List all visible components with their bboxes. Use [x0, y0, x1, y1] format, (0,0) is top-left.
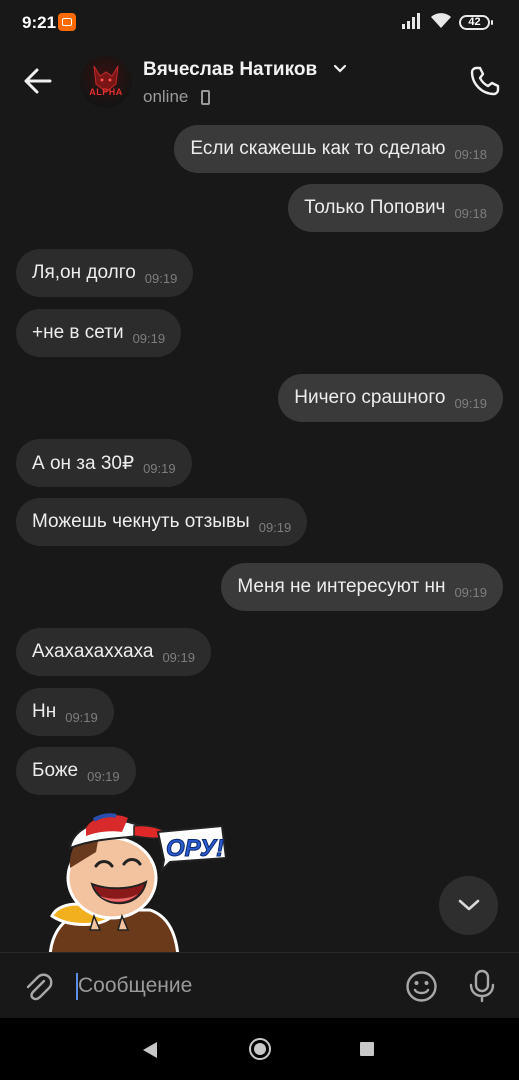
message-text: Ничего срашного	[294, 387, 446, 408]
message-outgoing[interactable]: Только Попович 09:18	[288, 184, 503, 232]
message-incoming[interactable]: Нн 09:19	[16, 688, 114, 736]
notification-app-icon	[58, 13, 76, 31]
message-text: Только Попович	[304, 197, 446, 218]
message-time: 09:19	[132, 330, 166, 346]
message-incoming[interactable]: Можешь чекнуть отзывы 09:19	[16, 498, 308, 546]
avatar-label: ALPHA	[89, 87, 123, 97]
phone-call-icon[interactable]	[468, 64, 502, 98]
message-text: Меня не интересуют нн	[237, 576, 446, 597]
message-outgoing[interactable]: Ничего срашного 09:19	[278, 374, 503, 422]
wolf-logo-icon	[93, 65, 119, 93]
status-bar: 9:21 42	[0, 0, 519, 44]
system-navigation-bar	[0, 1018, 519, 1080]
message-input[interactable]	[78, 967, 378, 1005]
paperclip-icon[interactable]	[22, 971, 54, 1003]
message-time: 09:18	[454, 205, 487, 221]
back-arrow-icon[interactable]	[22, 64, 54, 98]
message-incoming[interactable]: А он за 30₽ 09:19	[16, 439, 192, 487]
chevron-down-icon[interactable]	[333, 64, 347, 74]
message-text: А он за 30₽	[32, 452, 135, 474]
message-outgoing[interactable]: Меня не интересуют нн 09:19	[221, 563, 503, 611]
message-time: 09:19	[65, 709, 98, 725]
message-composer	[0, 952, 519, 1019]
mobile-device-icon	[201, 90, 210, 105]
scroll-to-bottom-button[interactable]	[439, 876, 498, 935]
chevron-down-icon	[458, 899, 480, 911]
message-text: Ля,он долго	[32, 262, 136, 283]
nav-back-icon[interactable]	[143, 1042, 157, 1058]
message-incoming[interactable]: +не в сети 09:19	[16, 309, 182, 357]
sticker-caption: ОРУ!	[166, 835, 224, 862]
message-time: 09:19	[454, 395, 487, 411]
message-text: Боже	[32, 760, 79, 781]
nav-recent-apps-icon[interactable]	[360, 1042, 374, 1056]
message-incoming[interactable]: Ахахахаххаха 09:19	[16, 628, 211, 676]
avatar[interactable]: ALPHA	[80, 56, 132, 108]
contact-status: online	[143, 87, 189, 106]
message-time: 09:19	[454, 584, 487, 600]
message-time: 09:19	[258, 519, 292, 535]
message-time: 09:19	[144, 270, 178, 286]
wifi-icon	[431, 13, 451, 28]
message-text: Ахахахаххаха	[32, 641, 154, 662]
message-incoming[interactable]: Боже 09:19	[16, 747, 136, 795]
message-time: 09:19	[143, 460, 176, 476]
message-text: +не в сети	[32, 322, 124, 343]
signal-icon	[402, 13, 420, 29]
message-time: 09:18	[454, 146, 487, 162]
laughing-boy-sticker[interactable]: ОРУ!	[30, 806, 230, 956]
message-text: Нн	[32, 701, 57, 722]
chat-header: ALPHA Вячеслав Натиков online	[0, 44, 519, 120]
message-time: 09:19	[162, 649, 195, 665]
status-time: 9:21	[22, 13, 57, 32]
smiley-icon[interactable]	[405, 970, 438, 1003]
message-incoming[interactable]: Ля,он долго 09:19	[16, 249, 194, 297]
message-outgoing[interactable]: Если скажешь как то сделаю 09:18	[174, 125, 503, 173]
battery-level: 42	[468, 16, 481, 28]
message-text: Можешь чекнуть отзывы	[32, 511, 250, 532]
nav-home-icon[interactable]	[249, 1038, 271, 1060]
battery-icon: 42	[459, 15, 493, 30]
message-time: 09:19	[87, 768, 120, 784]
message-text: Если скажешь как то сделаю	[190, 138, 446, 159]
microphone-icon[interactable]	[468, 969, 496, 1003]
contact-name[interactable]: Вячеслав Натиков	[143, 59, 317, 81]
